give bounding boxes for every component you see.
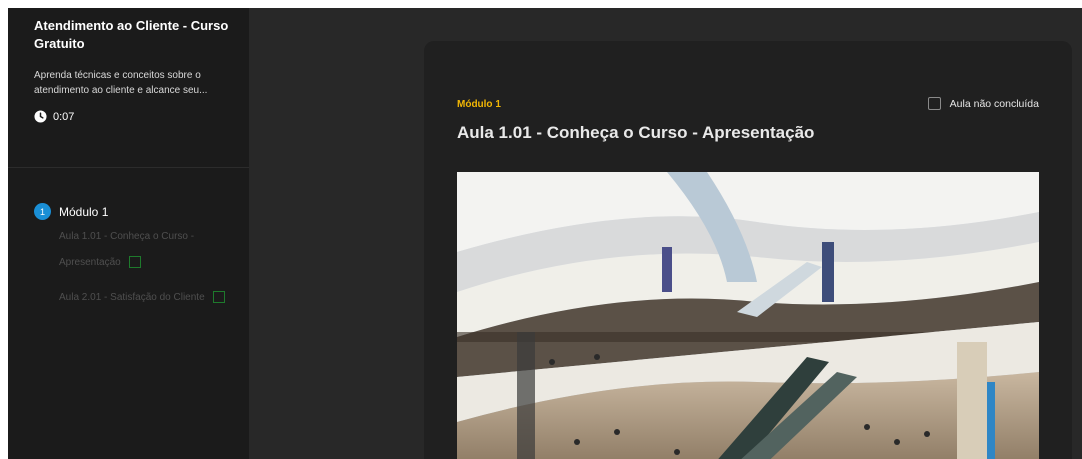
- clock-icon: [34, 110, 47, 123]
- lesson-complete-checkbox[interactable]: [128, 256, 141, 269]
- duration-text: 0:07: [53, 110, 75, 123]
- course-duration: 0:07: [34, 110, 74, 123]
- lesson-panel: Módulo 1 Aula não concluída Aula 1.01 - …: [424, 41, 1072, 459]
- sidebar-lesson-1-01[interactable]: Aula 1.01 - Conheça o Curso - Apresentaç…: [59, 224, 239, 276]
- lesson-video[interactable]: [457, 172, 1039, 459]
- course-description: Aprenda técnicas e conceitos sobre o ate…: [34, 70, 208, 96]
- lesson-title: Aula 1.01 - Conheça o Curso - Apresentaç…: [457, 123, 815, 142]
- completion-label: Aula não concluída: [949, 97, 1039, 110]
- sidebar-module-1[interactable]: 1 Módulo 1: [34, 203, 108, 220]
- lesson-complete-checkbox[interactable]: [212, 291, 225, 304]
- lesson-completion-toggle[interactable]: Aula não concluída: [927, 97, 1039, 110]
- module-tag: Módulo 1: [457, 99, 501, 110]
- sidebar-lesson-2-01[interactable]: Aula 2.01 - Satisfação do Cliente: [59, 285, 239, 311]
- module-number-badge: 1: [34, 203, 51, 220]
- course-title: Atendimento ao Cliente - Curso Gratuito: [34, 18, 229, 51]
- lesson-label: Aula 2.01 - Satisfação do Cliente: [59, 292, 205, 303]
- lesson-label: Aula 1.01 - Conheça o Curso - Apresentaç…: [59, 231, 195, 268]
- sidebar: Atendimento ao Cliente - Curso Gratuito …: [8, 8, 249, 459]
- app-frame: Atendimento ao Cliente - Curso Gratuito …: [8, 8, 1082, 459]
- completion-checkbox[interactable]: [927, 97, 941, 110]
- video-thumbnail: [457, 172, 1039, 459]
- module-label: Módulo 1: [59, 204, 109, 219]
- course-header: Atendimento ao Cliente - Curso Gratuito …: [8, 8, 249, 168]
